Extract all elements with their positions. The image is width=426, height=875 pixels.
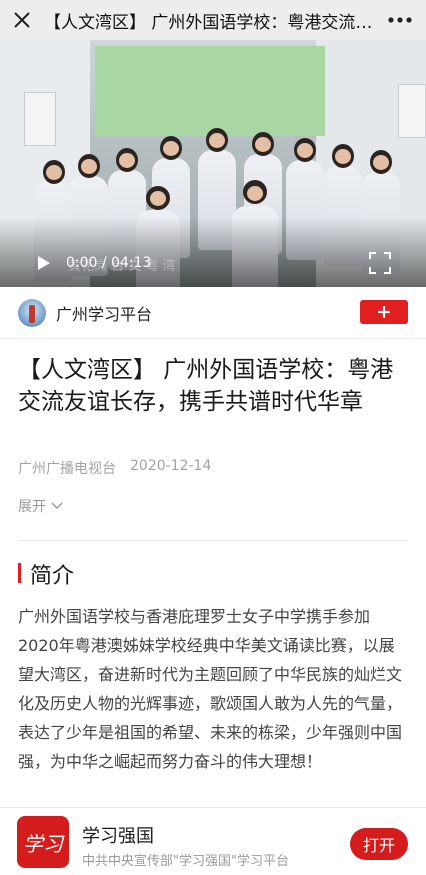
article-date: 2020-12-14 xyxy=(130,458,212,474)
app-download-banner: 学习 学习强国 中共中央宣传部"学习强国"学习平台 打开 xyxy=(0,807,426,875)
plus-icon xyxy=(378,306,390,318)
play-button[interactable] xyxy=(32,251,56,275)
more-button[interactable] xyxy=(374,0,426,40)
more-icon xyxy=(388,17,412,23)
navigation-bar: 【人文湾区】 广州外国语学校：粤港交流友谊长存，携手共谱时代华章 xyxy=(0,0,426,40)
article-meta: 广州广播电视台 2020-12-14 xyxy=(18,458,211,478)
follow-button[interactable] xyxy=(360,300,408,324)
section-accent-bar xyxy=(18,563,21,583)
intro-text: 广州外国语学校与香港庇理罗士女子中学携手参加2020年粤港澳姊妹学校经典中华美文… xyxy=(18,607,403,771)
fullscreen-button[interactable] xyxy=(368,251,392,275)
chevron-down-icon xyxy=(51,502,63,510)
play-icon xyxy=(38,256,50,270)
video-time: 0:00 / 04:13 xyxy=(66,255,152,271)
page-title: 【人文湾区】 广州外国语学校：粤港交流友谊长存，携手共谱时代华章 xyxy=(44,12,374,33)
video-controls: 0:00 / 04:13 xyxy=(0,249,426,277)
section-title: 简介 xyxy=(30,564,75,589)
open-app-button[interactable]: 打开 xyxy=(350,828,408,860)
video-frame-poster xyxy=(398,84,426,138)
channel-name[interactable]: 广州学习平台 xyxy=(56,301,152,325)
video-player[interactable]: 黄花岗 台 文 粤 湾 0:00 / 04:13 xyxy=(0,40,426,287)
fullscreen-icon xyxy=(369,252,391,274)
divider xyxy=(18,540,408,541)
article-headline: 【人文湾区】 广州外国语学校：粤港交流友谊长存，携手共谱时代华章 xyxy=(18,357,394,415)
channel-avatar[interactable] xyxy=(18,298,46,327)
expand-toggle[interactable]: 展开 xyxy=(18,496,63,516)
app-name: 学习强国 xyxy=(82,826,154,847)
article-source: 广州广播电视台 xyxy=(18,461,116,477)
close-button[interactable] xyxy=(0,0,44,40)
close-icon xyxy=(14,12,30,28)
expand-label: 展开 xyxy=(18,499,46,515)
app-logo[interactable]: 学习 xyxy=(17,816,69,868)
channel-row: 广州学习平台 xyxy=(0,287,426,339)
app-description: 中共中央宣传部"学习强国"学习平台 xyxy=(82,854,289,869)
